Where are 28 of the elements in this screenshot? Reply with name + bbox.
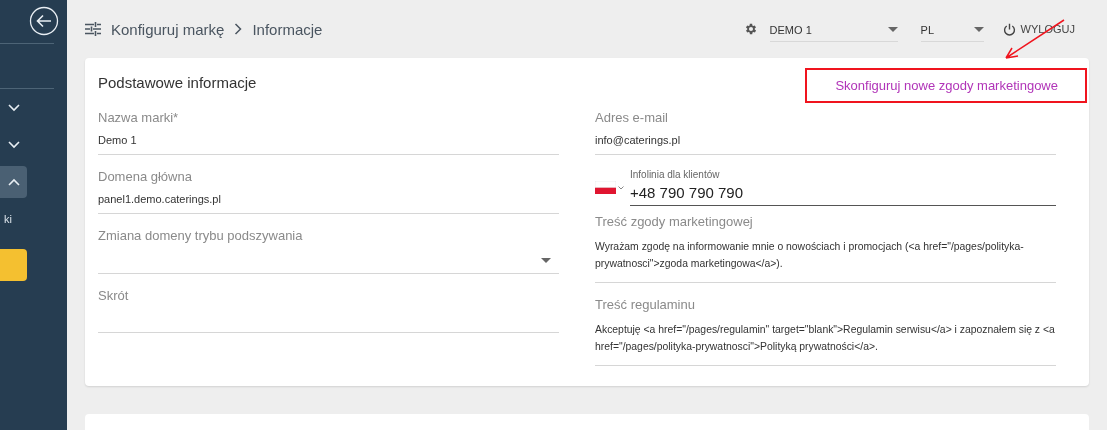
text-field[interactable]: Skrót (98, 288, 559, 333)
chevron-up-icon (7, 177, 20, 186)
text-field[interactable]: Domena główna panel1.demo.caterings.pl (98, 169, 559, 214)
text-field[interactable]: Nazwa marki* Demo 1 (98, 110, 559, 155)
brand-select[interactable]: DEMO 1 (769, 16, 898, 42)
card-title: Podstawowe informacje (98, 74, 257, 91)
sidebar-expand-toggle[interactable] (0, 165, 27, 198)
dropdown-arrow-icon (973, 27, 984, 32)
chevron-right-icon (234, 23, 243, 35)
textarea-field[interactable]: Treść regulaminu Akceptuję <a href="/pages/regulamin" target="blank">Regulamin serwisu</a> i zapoznałem się z <a href="/pages/polityka-prywatnosci">Polityką prywatności</a>. (595, 297, 1056, 366)
text-field[interactable]: Adres e-mail info@caterings.pl (595, 110, 1056, 155)
marketing-consents-link[interactable]: Skonfiguruj nowe zgody marketingowe (805, 68, 1087, 103)
dropdown-arrow-icon (541, 258, 551, 263)
chevron-down-icon (7, 103, 20, 112)
breadcrumb-item: Informacje (252, 20, 323, 38)
dropdown-arrow-icon (887, 27, 898, 32)
sliders-icon (85, 22, 101, 36)
sidebar-item[interactable]: ki (0, 212, 12, 225)
language-select[interactable]: PL (920, 16, 984, 42)
phone-field[interactable]: Infolinia dla klientów +48 790 790 790 (630, 169, 1056, 206)
chevron-down-icon (7, 140, 20, 149)
breadcrumb-item[interactable]: Konfiguruj markę (111, 20, 225, 38)
textarea-field[interactable]: Treść zgody marketingowej Wyrażam zgodę na informowanie mnie o nowościach i promocjach (<a href="/pages/polityka-prywatnosci">zgoda marketingowa</a>). (595, 214, 1056, 283)
chevron-down-icon (618, 186, 624, 190)
settings-icon (743, 22, 758, 36)
power-icon (1002, 22, 1016, 36)
flag-icon[interactable] (595, 181, 616, 194)
select-field[interactable]: Zmiana domeny trybu podszywania (98, 228, 559, 274)
